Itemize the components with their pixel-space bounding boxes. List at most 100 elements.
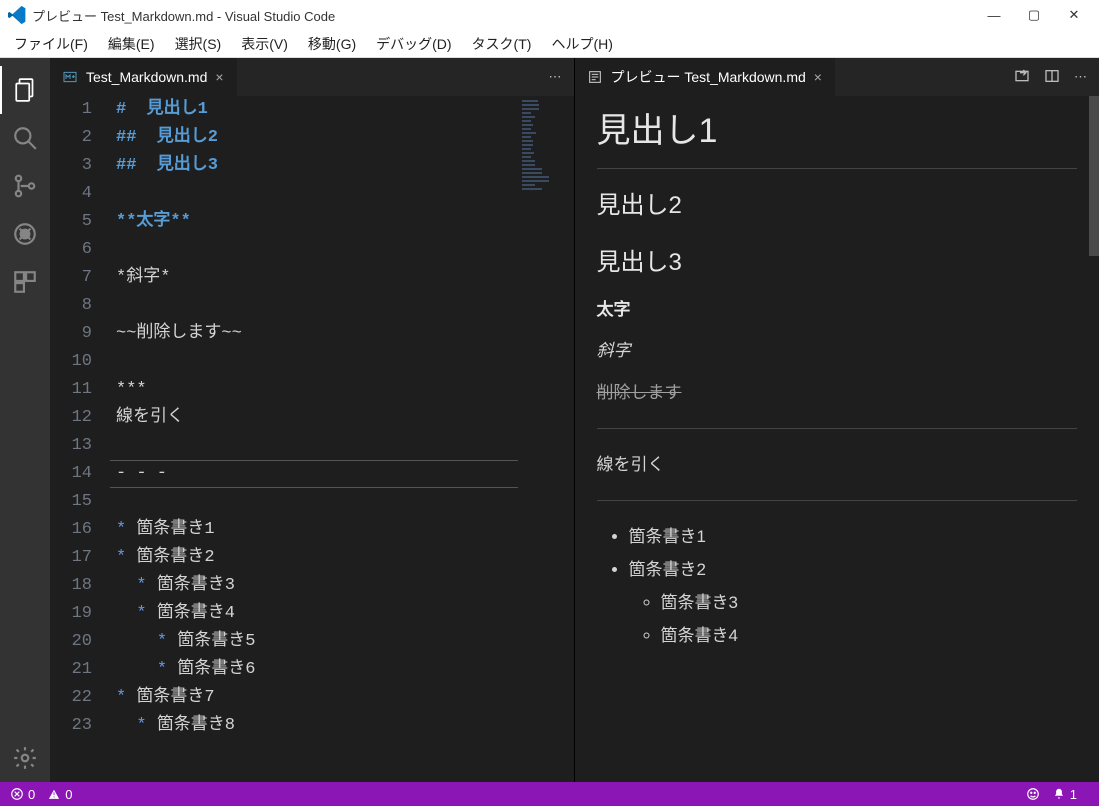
editor-groups: Test_Markdown.md × ⋯ 1234567891011121314…	[50, 58, 1099, 782]
status-errors[interactable]: 0	[10, 787, 35, 802]
code-line[interactable]: * 箇条書き2	[116, 544, 518, 572]
code-line[interactable]: # 見出し1	[116, 96, 518, 124]
line-number: 23	[50, 712, 92, 740]
list-item-label: 箇条書き2	[629, 560, 706, 579]
line-number: 18	[50, 572, 92, 600]
minimap[interactable]	[518, 96, 574, 782]
line-number: 12	[50, 404, 92, 432]
line-number: 15	[50, 488, 92, 516]
line-number: 1	[50, 96, 92, 124]
code-line[interactable]: * 箇条書き3	[116, 572, 518, 600]
editor-group-right: プレビュー Test_Markdown.md × ⋯ 見出し1 見出し2 見出し…	[575, 58, 1099, 782]
status-warnings[interactable]: 0	[47, 787, 72, 802]
code-editor[interactable]: 1234567891011121314151617181920212223 # …	[50, 96, 574, 782]
preview-icon	[587, 69, 603, 85]
menu-help[interactable]: ヘルプ(H)	[541, 32, 622, 56]
code-line[interactable]: ## 見出し3	[116, 152, 518, 180]
code-line[interactable]: ~~削除します~~	[116, 320, 518, 348]
warning-icon	[47, 787, 61, 801]
line-number: 5	[50, 208, 92, 236]
more-actions-icon[interactable]: ⋯	[1074, 69, 1087, 85]
code-line[interactable]: * 箇条書き5	[116, 628, 518, 656]
line-number: 3	[50, 152, 92, 180]
preview-h1: 見出し1	[597, 104, 1078, 169]
menu-bar: ファイル(F) 編集(E) 選択(S) 表示(V) 移動(G) デバッグ(D) …	[0, 30, 1099, 58]
status-notification-count: 1	[1070, 787, 1077, 802]
source-control-icon	[12, 173, 38, 199]
tab-markdown-source[interactable]: Test_Markdown.md ×	[50, 58, 237, 96]
preview-h2: 見出し3	[597, 244, 1078, 282]
menu-edit[interactable]: 編集(E)	[98, 32, 165, 56]
menu-go[interactable]: 移動(G)	[298, 32, 366, 56]
preview-hr	[597, 428, 1078, 429]
bell-icon	[1052, 787, 1066, 801]
preview-hr	[597, 500, 1078, 501]
code-line[interactable]: * 箇条書き1	[116, 516, 518, 544]
activity-settings[interactable]	[0, 734, 50, 782]
close-button[interactable]: ✕	[1063, 7, 1085, 23]
activity-debug[interactable]	[0, 210, 50, 258]
code-line[interactable]: **太字**	[116, 208, 518, 236]
code-line[interactable]: * 箇条書き7	[116, 684, 518, 712]
tabs-right: プレビュー Test_Markdown.md × ⋯	[575, 58, 1099, 96]
activity-extensions[interactable]	[0, 258, 50, 306]
activity-search[interactable]	[0, 114, 50, 162]
line-number: 17	[50, 544, 92, 572]
menu-select[interactable]: 選択(S)	[165, 32, 232, 56]
code-line[interactable]	[116, 236, 518, 264]
line-number: 21	[50, 656, 92, 684]
code-line[interactable]: - - -	[116, 460, 518, 488]
line-number: 13	[50, 432, 92, 460]
preview-strike: 削除します	[597, 379, 1078, 406]
markdown-file-icon	[62, 69, 78, 85]
main-area: Test_Markdown.md × ⋯ 1234567891011121314…	[0, 58, 1099, 782]
activity-bar	[0, 58, 50, 782]
menu-view[interactable]: 表示(V)	[231, 32, 298, 56]
close-icon[interactable]: ×	[814, 69, 822, 85]
tab-label: プレビュー Test_Markdown.md	[611, 67, 806, 87]
menu-file[interactable]: ファイル(F)	[4, 32, 98, 56]
menu-debug[interactable]: デバッグ(D)	[366, 32, 461, 56]
preview-list: 箇条書き1 箇条書き2 箇条書き3 箇条書き4	[597, 523, 1078, 650]
code-content[interactable]: # 見出し1## 見出し2## 見出し3 **太字** *斜字* ~~削除します~~ *…	[110, 96, 518, 782]
title-bar: プレビュー Test_Markdown.md - Visual Studio C…	[0, 0, 1099, 30]
line-number: 6	[50, 236, 92, 264]
files-icon	[13, 77, 39, 103]
code-line[interactable]	[116, 488, 518, 516]
status-notifications[interactable]: 1	[1052, 787, 1077, 802]
menu-task[interactable]: タスク(T)	[462, 32, 542, 56]
list-item: 箇条書き2 箇条書き3 箇条書き4	[629, 556, 1078, 650]
markdown-preview[interactable]: 見出し1 見出し2 見出し3 太字 斜字 削除します 線を引く 箇条書き1 箇条…	[575, 96, 1099, 782]
code-line[interactable]: * 箇条書き4	[116, 600, 518, 628]
open-to-side-icon[interactable]	[1014, 68, 1030, 87]
window-title: プレビュー Test_Markdown.md - Visual Studio C…	[32, 6, 983, 25]
line-number: 9	[50, 320, 92, 348]
minimize-button[interactable]: —	[983, 8, 1005, 23]
error-icon	[10, 787, 24, 801]
code-line[interactable]: ***	[116, 376, 518, 404]
scrollbar[interactable]	[1089, 96, 1099, 256]
line-number: 20	[50, 628, 92, 656]
more-actions-icon[interactable]: ⋯	[549, 69, 562, 85]
code-line[interactable]	[116, 348, 518, 376]
code-line[interactable]: * 箇条書き6	[116, 656, 518, 684]
status-bar: 0 0 1	[0, 782, 1099, 806]
code-line[interactable]	[116, 292, 518, 320]
activity-explorer[interactable]	[0, 66, 50, 114]
preview-h2: 見出し2	[597, 187, 1078, 225]
editor-group-left: Test_Markdown.md × ⋯ 1234567891011121314…	[50, 58, 575, 782]
activity-scm[interactable]	[0, 162, 50, 210]
code-line[interactable]: ## 見出し2	[116, 124, 518, 152]
line-number: 2	[50, 124, 92, 152]
code-line[interactable]	[116, 180, 518, 208]
line-number: 22	[50, 684, 92, 712]
close-icon[interactable]: ×	[215, 69, 223, 85]
status-feedback[interactable]	[1026, 787, 1040, 801]
code-line[interactable]: 線を引く	[116, 404, 518, 432]
code-line[interactable]: *斜字*	[116, 264, 518, 292]
code-line[interactable]: * 箇条書き8	[116, 712, 518, 740]
split-editor-icon[interactable]	[1044, 68, 1060, 87]
maximize-button[interactable]: ▢	[1023, 7, 1045, 23]
tab-markdown-preview[interactable]: プレビュー Test_Markdown.md ×	[575, 58, 835, 96]
code-line[interactable]	[116, 432, 518, 460]
